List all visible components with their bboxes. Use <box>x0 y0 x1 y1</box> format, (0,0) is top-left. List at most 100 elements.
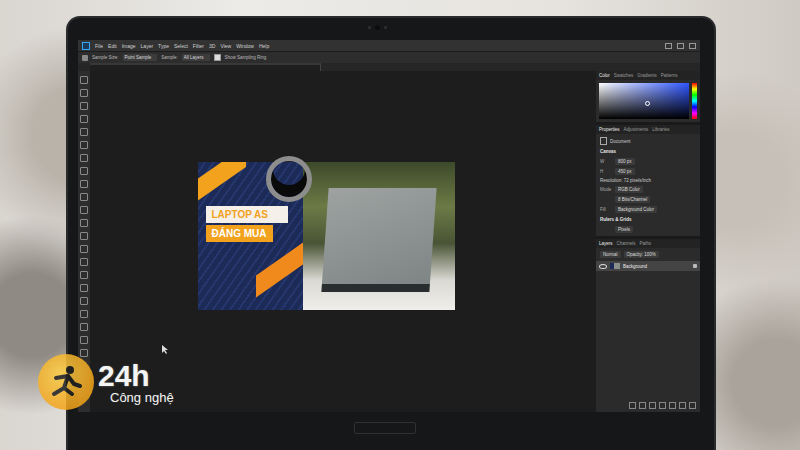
opacity-field[interactable]: Opacity: 100% <box>624 251 659 258</box>
tool-icon[interactable] <box>80 193 88 201</box>
blend-mode-field[interactable]: Normal <box>600 251 621 258</box>
document-tab[interactable] <box>90 63 321 71</box>
right-panels: Color SwatchesGradients Patterns Propertie… <box>596 71 700 412</box>
headline: LAPTOP AS <box>206 206 289 223</box>
tool-icon[interactable] <box>80 102 88 110</box>
tool-icon[interactable] <box>80 219 88 227</box>
width-row: W 800 px <box>596 158 700 165</box>
options-bar: Sample Size: Point Sample Sample: All La… <box>78 51 700 63</box>
panel-tab[interactable]: Libraries <box>652 127 669 132</box>
tool-icon[interactable] <box>80 349 88 357</box>
sample-field[interactable]: All Layers <box>182 54 210 61</box>
mode-field[interactable]: RGB Color <box>615 186 643 193</box>
show-ring-checkbox[interactable] <box>214 54 221 61</box>
depth-row: 8 Bits/Channel <box>596 196 700 203</box>
tool-icon[interactable] <box>80 180 88 188</box>
tool-icon[interactable] <box>80 141 88 149</box>
units-row: Pixels <box>596 226 700 233</box>
tool-icon[interactable] <box>80 323 88 331</box>
layers-panel: Layers Channels Paths Normal Opacity: 100%… <box>596 239 700 412</box>
close-icon[interactable] <box>689 43 696 49</box>
tool-icon[interactable] <box>80 206 88 214</box>
properties-panel: PropertiesAdjustmentsLibraries Document … <box>596 125 700 236</box>
eyedropper-icon[interactable] <box>82 55 88 61</box>
menu-item[interactable]: Filter <box>193 43 204 49</box>
panel-tab[interactable]: Patterns <box>661 73 678 78</box>
menu-item[interactable]: Select <box>174 43 188 49</box>
sampling-ring-icon <box>266 156 312 202</box>
depth-field[interactable]: 8 Bits/Channel <box>615 196 650 203</box>
document-icon <box>600 137 607 145</box>
layer-action-icon[interactable] <box>639 402 646 409</box>
layer-action-icon[interactable] <box>669 402 676 409</box>
color-picker[interactable] <box>596 83 700 119</box>
laptop: File Edit Image Layer Type Select Filter 3D View… <box>68 18 714 450</box>
sample-size-label: Sample Size: <box>92 55 119 60</box>
layer-row[interactable]: Background <box>596 261 700 271</box>
tool-icon[interactable] <box>80 128 88 136</box>
tool-icon[interactable] <box>80 245 88 253</box>
menu-item[interactable]: Help <box>259 43 269 49</box>
tool-icon[interactable] <box>80 232 88 240</box>
tool-icon[interactable] <box>80 115 88 123</box>
layer-action-icon[interactable] <box>649 402 656 409</box>
layer-action-icon[interactable] <box>659 402 666 409</box>
tool-icon[interactable] <box>80 336 88 344</box>
menu-item[interactable]: Layer <box>141 43 154 49</box>
layer-options: Normal Opacity: 100% <box>596 251 700 258</box>
watermark: 24h Công nghệ <box>38 354 174 410</box>
fill-row: Fill Background Color <box>596 206 700 213</box>
layer-action-icon[interactable] <box>689 402 696 409</box>
panel-tab[interactable]: Color <box>599 73 610 78</box>
menu-item[interactable]: Type <box>158 43 169 49</box>
tool-icon[interactable] <box>80 154 88 162</box>
layer-action-icon[interactable] <box>679 402 686 409</box>
panel-tab[interactable]: Layers <box>599 241 613 246</box>
sample-label: Sample: <box>161 55 178 60</box>
panel-tab[interactable]: Properties <box>599 127 620 132</box>
mode-row: Mode RGB Color <box>596 186 700 193</box>
subheadline: ĐÁNG MUA <box>206 225 273 242</box>
units-field[interactable]: Pixels <box>615 226 633 233</box>
tool-icon[interactable] <box>80 76 88 84</box>
width-field[interactable]: 800 px <box>615 158 635 165</box>
height-field[interactable]: 450 px <box>615 168 635 175</box>
menu-item[interactable]: Image <box>122 43 136 49</box>
panel-tab[interactable]: Gradients <box>637 73 657 78</box>
tool-icon[interactable] <box>80 284 88 292</box>
panel-tab[interactable]: Paths <box>640 241 652 246</box>
sample-size-field[interactable]: Point Sample <box>123 54 158 61</box>
tool-icon[interactable] <box>80 167 88 175</box>
tool-icon[interactable] <box>80 258 88 266</box>
menu-item[interactable]: Window <box>236 43 254 49</box>
layer-action-icon[interactable] <box>629 402 636 409</box>
document-row: Document <box>596 137 700 145</box>
tool-icon[interactable] <box>80 271 88 279</box>
canvas-title: Canvas <box>596 148 700 155</box>
tool-icon[interactable] <box>80 89 88 97</box>
maximize-icon[interactable] <box>677 43 684 49</box>
layers-footer <box>596 402 700 409</box>
lock-icon[interactable] <box>693 264 697 268</box>
rulers-title: Rulers & Grids <box>596 216 700 223</box>
document-image: LAPTOP AS ĐÁNG MUA <box>198 162 455 310</box>
screen: File Edit Image Layer Type Select Filter 3D View… <box>78 40 700 412</box>
canvas-area: LAPTOP AS ĐÁNG MUA <box>90 71 596 412</box>
minimize-icon[interactable] <box>665 43 672 49</box>
menu-item[interactable]: View <box>220 43 231 49</box>
menu-item[interactable]: 3D <box>209 43 215 49</box>
menu-item[interactable]: File <box>95 43 103 49</box>
menu-bar: File Edit Image Layer Type Select Filter 3D View… <box>78 40 700 51</box>
menu-item[interactable]: Edit <box>108 43 117 49</box>
fill-field[interactable]: Background Color <box>615 206 657 213</box>
eye-icon[interactable] <box>599 264 607 269</box>
mouse-cursor-icon <box>162 345 168 354</box>
panel-tab[interactable]: Channels <box>617 241 636 246</box>
resolution: Resolution: 72 pixels/inch <box>596 178 700 183</box>
workspace: LAPTOP AS ĐÁNG MUA Color SwatchesGradient… <box>78 71 700 412</box>
tool-icon[interactable] <box>80 310 88 318</box>
tool-icon[interactable] <box>80 297 88 305</box>
photo-scene: File Edit Image Layer Type Select Filter 3D View… <box>0 0 800 450</box>
panel-tab[interactable]: Adjustments <box>624 127 649 132</box>
panel-tab[interactable]: Swatches <box>614 73 634 78</box>
